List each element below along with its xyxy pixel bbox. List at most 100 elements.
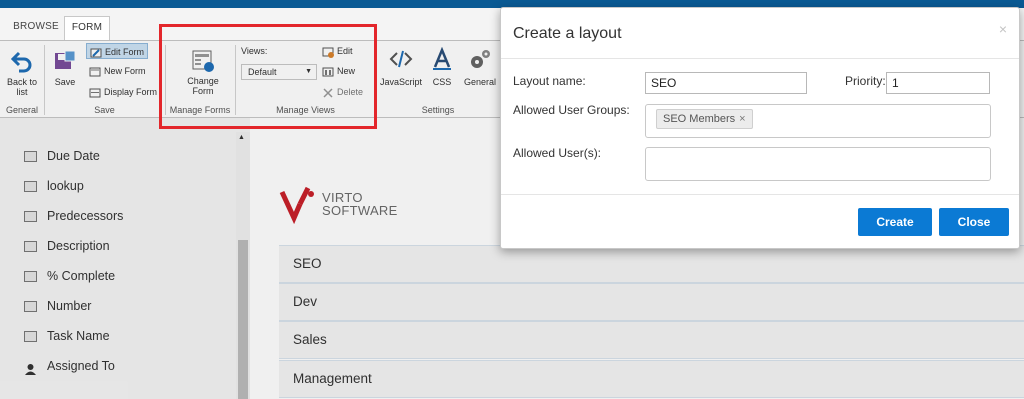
views-label: Views: bbox=[241, 46, 268, 56]
create-button[interactable]: Create bbox=[858, 208, 932, 236]
new-form-label: New Form bbox=[104, 66, 146, 76]
field-item-assigned-to[interactable]: Assigned To bbox=[24, 356, 115, 376]
allowed-users-label: Allowed User(s): bbox=[513, 146, 602, 160]
tab-form[interactable]: FORM bbox=[64, 16, 110, 40]
field-item-percent-complete[interactable]: % Complete bbox=[24, 266, 115, 286]
field-label: lookup bbox=[47, 179, 84, 193]
group-general-label: General bbox=[5, 105, 39, 115]
logo-text: VIRTO SOFTWARE bbox=[322, 191, 398, 217]
field-item-number[interactable]: Number bbox=[24, 296, 91, 316]
layout-row-management[interactable]: Management bbox=[279, 360, 1024, 398]
chevron-down-icon: ▼ bbox=[305, 68, 312, 75]
group-manage-forms-label: Manage Forms bbox=[169, 105, 231, 115]
field-label: Predecessors bbox=[47, 209, 124, 223]
javascript-label: JavaScript bbox=[380, 77, 423, 87]
scrollbar-thumb[interactable] bbox=[238, 240, 248, 399]
field-label: Assigned To bbox=[47, 359, 115, 373]
change-form-label-2: Form bbox=[192, 86, 214, 96]
allowed-groups-label: Allowed User Groups: bbox=[513, 103, 630, 117]
layout-row-sales[interactable]: Sales bbox=[279, 321, 1024, 359]
lookup-field-icon bbox=[24, 211, 37, 223]
view-edit-button[interactable]: Edit bbox=[322, 43, 353, 59]
delete-icon bbox=[323, 88, 333, 98]
group-settings-label: Settings bbox=[421, 105, 455, 115]
group-save-label: Save bbox=[94, 105, 115, 115]
text-field-icon bbox=[24, 241, 37, 253]
edit-form-icon bbox=[90, 48, 102, 58]
close-icon[interactable]: × bbox=[999, 21, 1007, 37]
javascript-button[interactable]: JavaScript bbox=[380, 47, 422, 87]
back-to-list-button[interactable]: Back to list bbox=[4, 47, 40, 97]
group-token-label: SEO Members bbox=[663, 113, 736, 125]
general-label: General bbox=[463, 77, 497, 87]
text-field-icon bbox=[24, 271, 37, 283]
allowed-groups-input[interactable]: SEO Members × bbox=[645, 104, 991, 138]
remove-token-icon[interactable]: × bbox=[739, 113, 745, 125]
display-form-button[interactable]: Display Form bbox=[89, 84, 157, 100]
field-label: Description bbox=[47, 239, 110, 253]
back-to-list-label-2: list bbox=[16, 87, 28, 97]
back-arrow-icon bbox=[11, 51, 32, 73]
field-label: Number bbox=[47, 299, 92, 313]
javascript-icon bbox=[389, 50, 413, 68]
layout-name-label: Layout name: bbox=[513, 74, 586, 88]
allowed-users-input[interactable] bbox=[645, 147, 991, 181]
change-form-label-1: Change bbox=[187, 76, 219, 86]
dialog-divider bbox=[501, 194, 1019, 195]
views-selected-value: Default bbox=[248, 67, 277, 77]
field-item-predecessors[interactable]: Predecessors bbox=[24, 206, 123, 226]
general-settings-button[interactable]: General bbox=[462, 47, 498, 87]
field-label: Task Name bbox=[47, 329, 110, 343]
view-delete-label: Delete bbox=[337, 87, 364, 97]
css-button[interactable]: CSS bbox=[429, 47, 455, 87]
css-label: CSS bbox=[432, 77, 452, 87]
change-form-button[interactable]: Change Form bbox=[181, 49, 225, 96]
field-label: % Complete bbox=[47, 269, 116, 283]
new-form-icon bbox=[89, 67, 101, 77]
view-new-label: New bbox=[337, 66, 356, 76]
layout-name-input[interactable]: SEO bbox=[645, 72, 807, 94]
display-form-label: Display Form bbox=[104, 87, 158, 97]
text-field-icon bbox=[24, 301, 37, 313]
gears-icon bbox=[471, 50, 490, 68]
field-label: Due Date bbox=[47, 149, 100, 163]
edit-form-button[interactable]: Edit Form bbox=[86, 43, 149, 59]
save-label: Save bbox=[54, 77, 76, 87]
field-item-lookup[interactable]: lookup bbox=[24, 176, 84, 196]
group-manage-views-label: Manage Views bbox=[276, 105, 335, 115]
tab-browse[interactable]: BROWSE bbox=[8, 16, 64, 40]
new-view-icon bbox=[322, 67, 334, 77]
edit-view-icon bbox=[322, 47, 334, 58]
layout-row-seo[interactable]: SEO bbox=[279, 245, 1024, 283]
field-item-task-name[interactable]: Task Name bbox=[24, 326, 110, 346]
scroll-up-arrow-icon[interactable]: ▲ bbox=[238, 134, 245, 141]
dialog-title: Create a layout bbox=[513, 25, 622, 42]
dialog-divider bbox=[501, 58, 1019, 59]
create-layout-dialog: Create a layout × Layout name: SEO Prior… bbox=[500, 7, 1020, 249]
field-item-due-date[interactable]: Due Date bbox=[24, 146, 100, 166]
calendar-icon bbox=[24, 151, 37, 163]
change-form-icon bbox=[192, 50, 214, 72]
views-dropdown[interactable]: Default ▼ bbox=[241, 64, 317, 80]
edit-form-label: Edit Form bbox=[105, 47, 145, 57]
virto-logo-icon bbox=[279, 186, 314, 224]
back-to-list-label-1: Back to bbox=[6, 77, 37, 87]
close-button[interactable]: Close bbox=[939, 208, 1009, 236]
field-item-description[interactable]: Description bbox=[24, 236, 110, 256]
priority-label: Priority: bbox=[845, 74, 886, 88]
person-icon bbox=[24, 361, 37, 376]
text-field-icon bbox=[24, 331, 37, 343]
group-token-seo-members[interactable]: SEO Members × bbox=[656, 109, 753, 129]
layout-row-dev[interactable]: Dev bbox=[279, 283, 1024, 321]
view-new-button[interactable]: New bbox=[322, 63, 355, 79]
save-button[interactable]: Save bbox=[50, 47, 80, 87]
view-delete-button[interactable]: Delete bbox=[322, 84, 363, 100]
view-edit-label: Edit bbox=[337, 46, 353, 56]
lookup-field-icon bbox=[24, 181, 37, 193]
css-icon bbox=[433, 47, 451, 70]
priority-input[interactable]: 1 bbox=[886, 72, 990, 94]
display-form-icon bbox=[89, 88, 101, 98]
save-icon bbox=[55, 50, 76, 69]
new-form-button[interactable]: New Form bbox=[89, 63, 146, 79]
logo-line-2: SOFTWARE bbox=[322, 203, 398, 218]
